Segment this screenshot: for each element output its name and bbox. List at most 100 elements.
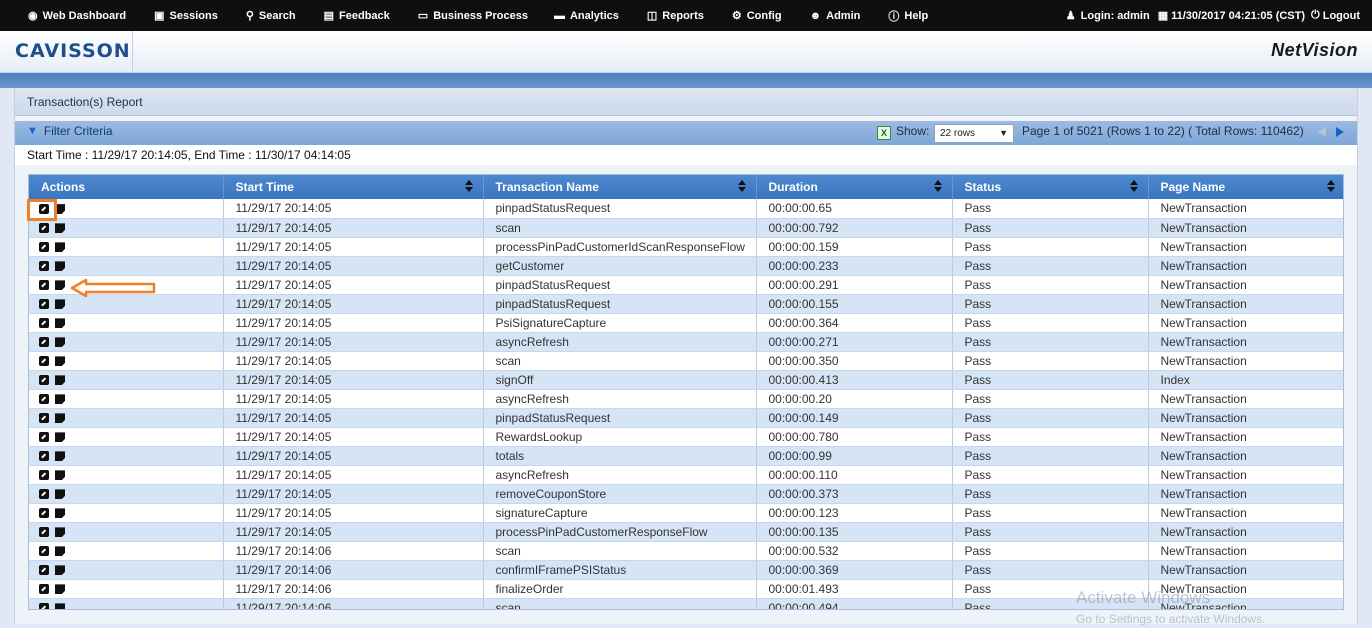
- open-session-icon[interactable]: [39, 432, 49, 443]
- open-session-icon[interactable]: [39, 299, 49, 310]
- cell-duration: 00:00:00.350: [756, 351, 953, 371]
- nav-reports[interactable]: ◫ Reports: [647, 0, 704, 31]
- details-icon[interactable]: [55, 261, 65, 272]
- open-session-icon[interactable]: [39, 413, 49, 424]
- table-row[interactable]: 11/29/17 20:14:05 asyncRefresh 00:00:00.11…: [29, 465, 1343, 485]
- table-row[interactable]: 11/29/17 20:14:05 pinpadStatusRequest 00:0…: [29, 199, 1343, 219]
- open-session-icon[interactable]: [39, 603, 49, 609]
- table-row[interactable]: 11/29/17 20:14:05 totals 00:00:00.99 Pass Ne…: [29, 446, 1343, 466]
- table-row[interactable]: 11/29/17 20:14:05 asyncRefresh 00:00:00.27…: [29, 332, 1343, 352]
- nav-search[interactable]: ⚲ Search: [246, 0, 296, 31]
- table-row[interactable]: 11/29/17 20:14:06 scan 00:00:00.532 Pass New…: [29, 541, 1343, 561]
- sort-icon[interactable]: [1326, 180, 1335, 193]
- open-session-icon[interactable]: [39, 394, 49, 405]
- feedback-icon: ▤: [323, 10, 335, 22]
- details-icon[interactable]: [55, 356, 65, 367]
- sort-icon[interactable]: [1129, 180, 1138, 193]
- table-row[interactable]: 11/29/17 20:14:05 scan 00:00:00.792 Pass New…: [29, 218, 1343, 238]
- open-session-icon[interactable]: [39, 318, 49, 329]
- cell-transaction-name: removeCouponStore: [483, 484, 757, 504]
- col-header-start-time[interactable]: Start Time: [223, 175, 484, 199]
- chevron-down-icon: ▼: [999, 128, 1008, 138]
- nav-analytics[interactable]: ▬ Analytics: [554, 0, 619, 31]
- col-header-transaction-name[interactable]: Transaction Name: [483, 175, 757, 199]
- details-icon[interactable]: [55, 470, 65, 481]
- details-icon[interactable]: [55, 603, 65, 609]
- open-session-icon[interactable]: [39, 565, 49, 576]
- nav-config[interactable]: ⚙ Config: [732, 0, 782, 31]
- details-icon[interactable]: [55, 451, 65, 462]
- table-row[interactable]: 11/29/17 20:14:05 PsiSignatureCapture 00:0…: [29, 313, 1343, 333]
- nav-business-process[interactable]: ▭ Business Process: [418, 0, 528, 31]
- details-icon[interactable]: [55, 223, 65, 234]
- open-session-icon[interactable]: [39, 527, 49, 538]
- open-session-icon[interactable]: [39, 489, 49, 500]
- table-row[interactable]: 11/29/17 20:14:05 RewardsLookup 00:00:00.7…: [29, 427, 1343, 447]
- cell-page-name: NewTransaction: [1148, 351, 1343, 371]
- table-row[interactable]: 11/29/17 20:14:05 signatureCapture 00:00:0…: [29, 503, 1343, 523]
- col-header-duration[interactable]: Duration: [756, 175, 953, 199]
- table-row[interactable]: 11/29/17 20:14:05 pinpadStatusRequest 00:0…: [29, 408, 1343, 428]
- filter-criteria-toggle[interactable]: ▼ Filter Criteria: [27, 124, 113, 138]
- open-session-icon[interactable]: [39, 451, 49, 462]
- details-icon[interactable]: [55, 242, 65, 253]
- table-row[interactable]: 11/29/17 20:14:05 pinpadStatusRequest 00:0…: [29, 294, 1343, 314]
- cell-page-name: NewTransaction: [1148, 484, 1343, 504]
- open-session-icon[interactable]: [39, 470, 49, 481]
- details-icon[interactable]: [55, 546, 65, 557]
- details-icon[interactable]: [55, 299, 65, 310]
- col-header-page-name[interactable]: Page Name: [1148, 175, 1343, 199]
- details-icon[interactable]: [55, 394, 65, 405]
- details-icon[interactable]: [55, 413, 65, 424]
- cell-status: Pass: [952, 389, 1149, 409]
- details-icon[interactable]: [55, 584, 65, 595]
- table-row[interactable]: 11/29/17 20:14:05 removeCouponStore 00:00:…: [29, 484, 1343, 504]
- details-icon[interactable]: [55, 565, 65, 576]
- details-icon[interactable]: [55, 432, 65, 443]
- table-row[interactable]: 11/29/17 20:14:06 confirmIFramePSIStatus 0…: [29, 560, 1343, 580]
- details-icon[interactable]: [55, 375, 65, 386]
- nav-web-dashboard[interactable]: ◉ Web Dashboard: [28, 0, 126, 31]
- open-session-icon[interactable]: [39, 261, 49, 272]
- nav-feedback[interactable]: ▤ Feedback: [324, 0, 390, 31]
- sort-icon[interactable]: [464, 180, 473, 193]
- table-row[interactable]: 11/29/17 20:14:05 pinpadStatusRequest 00:0…: [29, 275, 1343, 295]
- open-session-icon[interactable]: [39, 508, 49, 519]
- table-row[interactable]: 11/29/17 20:14:05 scan 00:00:00.350 Pass New…: [29, 351, 1343, 371]
- col-header-status[interactable]: Status: [952, 175, 1149, 199]
- open-session-icon[interactable]: [39, 280, 49, 291]
- cell-duration: 00:00:00.123: [756, 503, 953, 523]
- details-icon[interactable]: [55, 527, 65, 538]
- next-page-icon[interactable]: [1336, 127, 1344, 137]
- open-session-icon[interactable]: [39, 223, 49, 234]
- table-row[interactable]: 11/29/17 20:14:05 getCustomer 00:00:00.233…: [29, 256, 1343, 276]
- table-row[interactable]: 11/29/17 20:14:05 processPinPadCustomerRe…: [29, 522, 1343, 542]
- nav-help[interactable]: ⓘ Help: [888, 0, 928, 31]
- details-icon[interactable]: [55, 318, 65, 329]
- table-row[interactable]: 11/29/17 20:14:05 processPinPadCustomerId…: [29, 237, 1343, 257]
- details-icon[interactable]: [55, 508, 65, 519]
- table-row[interactable]: 11/29/17 20:14:05 signOff 00:00:00.413 Pass…: [29, 370, 1343, 390]
- nav-sessions[interactable]: ▣ Sessions: [154, 0, 218, 31]
- open-session-icon[interactable]: [39, 375, 49, 386]
- open-session-icon[interactable]: [39, 242, 49, 253]
- sort-icon[interactable]: [933, 180, 942, 193]
- prev-page-icon[interactable]: [1318, 127, 1326, 137]
- cell-transaction-name: PsiSignatureCapture: [483, 313, 757, 333]
- open-session-icon[interactable]: [39, 356, 49, 367]
- nav-label: Feedback: [339, 9, 390, 22]
- open-session-icon[interactable]: [39, 337, 49, 348]
- open-session-icon[interactable]: [39, 584, 49, 595]
- details-icon[interactable]: [55, 280, 65, 291]
- logout-button[interactable]: ⏻ Logout: [1311, 0, 1360, 31]
- details-icon[interactable]: [55, 337, 65, 348]
- sort-icon[interactable]: [737, 180, 746, 193]
- open-session-icon[interactable]: [39, 546, 49, 557]
- nav-admin[interactable]: ☻ Admin: [810, 0, 861, 31]
- excel-export-icon[interactable]: X: [877, 126, 891, 140]
- activate-windows-watermark: Activate Windows: [1076, 588, 1211, 607]
- details-icon[interactable]: [55, 489, 65, 500]
- rows-per-page-select[interactable]: 22 rows ▼: [934, 124, 1014, 143]
- cell-transaction-name: totals: [483, 446, 757, 466]
- table-row[interactable]: 11/29/17 20:14:05 asyncRefresh 00:00:00.20…: [29, 389, 1343, 409]
